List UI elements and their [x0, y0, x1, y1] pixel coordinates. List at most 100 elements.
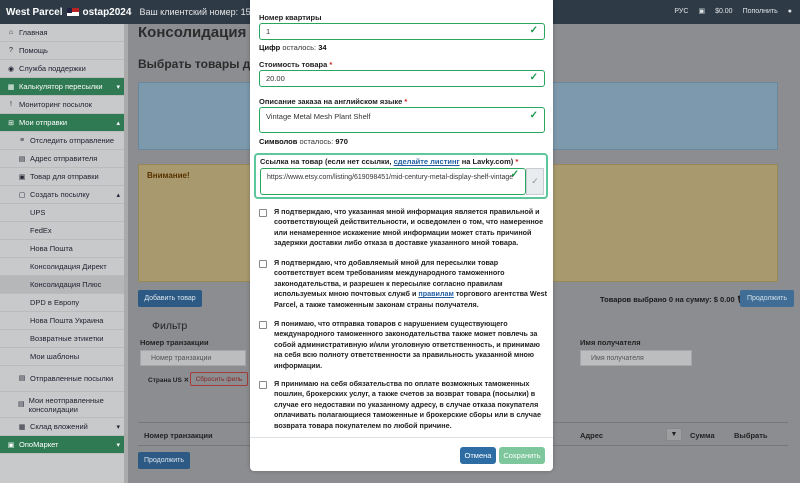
sidebar-item-track[interactable]: ≡ Отследить отправление	[0, 132, 128, 150]
confirm-responsibility-text: Я понимаю, что отправка товаров с наруше…	[274, 319, 540, 370]
sidebar-item-support[interactable]: ◉ Служба поддержки	[0, 60, 128, 78]
sidebar-item-dpd-europe[interactable]: DPD в Европу	[0, 294, 128, 312]
th-transaction: Номер транзакции	[144, 431, 213, 440]
market-icon: ▣	[7, 441, 15, 449]
confirm-accuracy-row: Я подтверждаю, что указанная мной информ…	[259, 207, 547, 249]
recipient-filter-input[interactable]: Имя получателя	[580, 350, 692, 366]
continue-bottom-button[interactable]: Продолжить	[138, 452, 190, 469]
add-item-button[interactable]: Добавить товар	[138, 290, 202, 307]
confirm-accuracy-checkbox[interactable]	[259, 209, 267, 217]
reset-filter-button[interactable]: Сбросить филь	[190, 372, 248, 386]
description-label: Описание заказа на английском языке *	[259, 97, 408, 106]
recipient-filter-label: Имя получателя	[580, 338, 641, 347]
sidebar-item-create-parcel[interactable]: ▢ Создать посылку ▴	[0, 186, 128, 204]
page-subtitle: Выбрать товары дл	[138, 57, 259, 71]
brand[interactable]: West Parcel ostap2024	[6, 7, 131, 18]
check-icon: ✓	[529, 72, 538, 83]
check-icon: ✓	[529, 110, 538, 121]
confirm-accuracy-text: Я подтверждаю, что указанная мной информ…	[274, 207, 544, 248]
apartment-chars-left: Цифр осталось: 34	[259, 43, 327, 52]
rules-link[interactable]: правилам	[418, 289, 453, 298]
filter-title: Фильтр	[152, 320, 188, 332]
th-sum: Сумма	[690, 431, 715, 440]
sidebar-item-monitoring[interactable]: ! Мониторинг посылок	[0, 96, 128, 114]
sidebar-item-consolidation-plus[interactable]: Консолидация Плюс	[0, 276, 128, 294]
sidebar-item-sent-parcels[interactable]: ▤ Отправленные посылки	[0, 366, 128, 392]
product-link-group: Ссылка на товар (если нет ссылки, сделай…	[254, 153, 548, 199]
chevron-down-icon: ▾	[116, 83, 120, 91]
home-icon: ⌂	[8, 29, 14, 36]
confirm-obligations-row: Я принимаю на себя обязательства по опла…	[259, 379, 547, 431]
brand-name: West Parcel	[6, 6, 63, 18]
page-title: Консолидация	[138, 24, 247, 41]
sidebar: ⌂ Главная ? Помощь ◉ Служба поддержки ▦ Каль…	[0, 24, 128, 483]
warehouse-icon: ▦	[18, 423, 26, 431]
sidebar-item-help[interactable]: ? Помощь	[0, 42, 128, 60]
sent-icon: ▤	[18, 375, 26, 382]
create-listing-link[interactable]: сделайте листинг	[394, 157, 460, 166]
warning-title: Внимание!	[147, 171, 190, 180]
package-icon: ▢	[18, 191, 26, 199]
product-link-label: Ссылка на товар (если нет ссылки, сделай…	[260, 157, 519, 166]
cart-icon: ⊞	[8, 119, 14, 127]
list-icon: ≡	[19, 137, 25, 144]
confirm-rules-text: Я подтверждаю, что добавляемый мной для …	[274, 258, 547, 309]
sidebar-item-templates[interactable]: Мои шаблоны	[0, 348, 128, 366]
sidebar-item-nova-poshta[interactable]: Нова Пошта	[0, 240, 128, 258]
sidebar-item-calculator[interactable]: ▦ Калькулятор пересылки ▾	[0, 78, 128, 96]
confirm-rules-row: Я подтверждаю, что добавляемый мной для …	[259, 258, 547, 310]
tx-filter-label: Номер транзакции	[140, 338, 209, 347]
wallet-icon[interactable]: ▣	[698, 7, 705, 15]
product-link-textarea[interactable]: https://www.etsy.com/listing/619098451/m…	[260, 168, 526, 195]
description-chars-left: Символов осталось: 970	[259, 137, 348, 146]
confirm-responsibility-checkbox[interactable]	[259, 321, 267, 329]
save-button[interactable]: Сохранить	[499, 447, 545, 464]
th-address: Адрес	[580, 431, 604, 440]
username: ostap2024	[82, 6, 132, 18]
question-icon: ?	[9, 47, 13, 54]
sidebar-item-home[interactable]: ⌂ Главная	[0, 24, 128, 42]
sidebar-item-consolidation-direct[interactable]: Консолидация Директ	[0, 258, 128, 276]
sidebar-item-return-labels[interactable]: Возвратные этикетки	[0, 330, 128, 348]
us-flag-icon	[66, 8, 79, 16]
chevron-down-icon: ▾	[116, 441, 120, 449]
tx-filter-input[interactable]: Номер транзакции	[140, 350, 246, 366]
continue-button[interactable]: Продолжить	[740, 290, 794, 307]
chevron-down-icon: ▾	[116, 423, 120, 431]
sidebar-item-goods[interactable]: ▣ Товар для отправки	[0, 168, 128, 186]
close-icon[interactable]: ✕	[184, 377, 189, 384]
sidebar-item-sender-address[interactable]: ▤ Адрес отправителя	[0, 150, 128, 168]
sidebar-item-warehouse[interactable]: ▦ Склад вложений ▾	[0, 418, 128, 436]
box-icon: ▣	[18, 173, 26, 181]
sidebar-item-my-shipments[interactable]: ⊞ Мои отправки ▴	[0, 114, 128, 132]
language-select[interactable]: РУС	[674, 8, 688, 15]
confirm-rules-checkbox[interactable]	[259, 260, 267, 268]
sidebar-item-unsent-consolidations[interactable]: ▤ Мои неотправленные консолидации	[0, 392, 128, 418]
check-icon: ✓	[531, 176, 539, 186]
confirm-obligations-checkbox[interactable]	[259, 381, 267, 389]
globe-icon: ◉	[7, 65, 15, 73]
selected-summary: Товаров выбрано 0 на сумму: $ 0.00 🗑	[600, 295, 746, 304]
balance: $0.00	[715, 7, 733, 15]
th-select: Выбрать	[734, 431, 768, 440]
check-icon: ✓	[529, 25, 538, 36]
sidebar-item-fedex[interactable]: FedEx	[0, 222, 128, 240]
add-item-modal: Номер квартиры 1 ✓ Цифр осталось: 34 Стои…	[250, 0, 553, 471]
apartment-label: Номер квартиры	[259, 13, 322, 22]
refill-link[interactable]: Пополнить	[743, 8, 778, 15]
price-label: Стоимость товара *	[259, 60, 333, 69]
cancel-button[interactable]: Отмена	[460, 447, 496, 464]
price-input[interactable]: 20.00 ✓	[259, 70, 545, 87]
address-icon: ▤	[18, 155, 26, 163]
chevron-up-icon: ▴	[116, 191, 120, 199]
top-right-controls: РУС ▣ $0.00 Пополнить ●	[674, 7, 792, 16]
sidebar-item-market[interactable]: ▣ ОпоМаркет ▾	[0, 436, 128, 454]
country-chip[interactable]: Страна US ✕	[148, 376, 189, 384]
description-textarea[interactable]: Vintage Metal Mesh Plant Shelf ✓	[259, 107, 545, 133]
sidebar-item-nova-poshta-ukraine[interactable]: Нова Пошта Украина	[0, 312, 128, 330]
apartment-input[interactable]: 1 ✓	[259, 23, 545, 40]
filter-icon[interactable]: ▼	[666, 428, 682, 441]
sidebar-item-ups[interactable]: UPS	[0, 204, 128, 222]
user-icon[interactable]: ●	[788, 8, 792, 15]
link-confirm-button[interactable]: ✓	[526, 168, 544, 195]
